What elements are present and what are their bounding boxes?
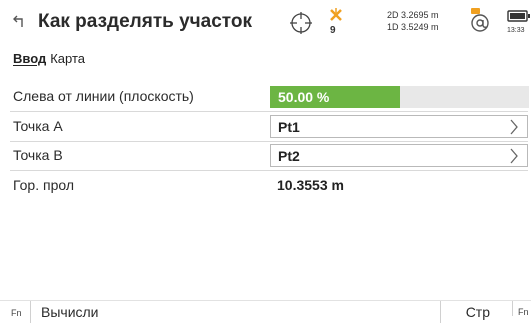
hor-dist-value: 10.3553 m — [277, 177, 344, 193]
at-icon[interactable] — [466, 7, 492, 35]
tab-input[interactable]: Ввод — [13, 51, 46, 66]
point-b-selector[interactable]: Pt2 — [270, 144, 528, 167]
point-b-label: Точка B — [13, 147, 63, 163]
fn-right-key[interactable]: Fn — [512, 301, 529, 317]
precision-2d: 2D 3.2695 m — [387, 10, 439, 20]
compute-label: Вычисли — [41, 304, 99, 320]
point-b-row: Точка B Pt2 — [0, 143, 531, 169]
compute-button[interactable]: Вычисли — [30, 301, 99, 323]
hor-dist-label: Гор. прол — [13, 177, 75, 193]
chevron-right-icon — [510, 148, 518, 164]
left-of-line-row: Слева от линии (плоскость) 50.00 % — [0, 84, 531, 110]
left-of-line-label: Слева от линии (плоскость) — [13, 88, 194, 104]
page-label: Стр — [465, 304, 490, 320]
page-title: Как разделять участок — [38, 11, 252, 32]
tab-map[interactable]: Карта — [50, 51, 85, 66]
clock: 13:33 — [507, 27, 525, 34]
divider — [10, 111, 528, 112]
hor-dist-row: Гор. прол 10.3553 m — [0, 173, 531, 199]
tab-bar: Ввод Карта — [13, 51, 85, 66]
position-precision: 2D 3.2695 m 1D 3.5249 m — [387, 9, 439, 33]
precision-1d: 1D 3.5249 m — [387, 22, 439, 32]
point-a-row: Точка A Pt1 — [0, 114, 531, 140]
chevron-right-icon — [510, 119, 518, 135]
divider — [10, 141, 528, 142]
header-bar: Как разделять участок 9 2D 3.2695 m 1D 3… — [0, 0, 531, 46]
page-button[interactable]: Стр — [440, 301, 500, 323]
left-of-line-progress[interactable]: 50.00 % — [270, 86, 529, 108]
point-a-value: Pt1 — [278, 119, 300, 135]
back-icon[interactable] — [12, 13, 28, 29]
battery-icon — [507, 10, 530, 22]
softkey-bar: Fn Вычисли Стр Fn — [0, 300, 531, 323]
divider — [10, 170, 528, 171]
crosshair-icon[interactable] — [289, 11, 313, 35]
satellite-count: 9 — [330, 25, 336, 36]
point-a-selector[interactable]: Pt1 — [270, 115, 528, 138]
point-a-label: Точка A — [13, 118, 63, 134]
point-b-value: Pt2 — [278, 148, 300, 164]
battery-status[interactable]: 13:33 — [507, 9, 531, 35]
left-of-line-value: 50.00 % — [278, 89, 330, 105]
fn-left-key[interactable]: Fn — [11, 308, 22, 318]
